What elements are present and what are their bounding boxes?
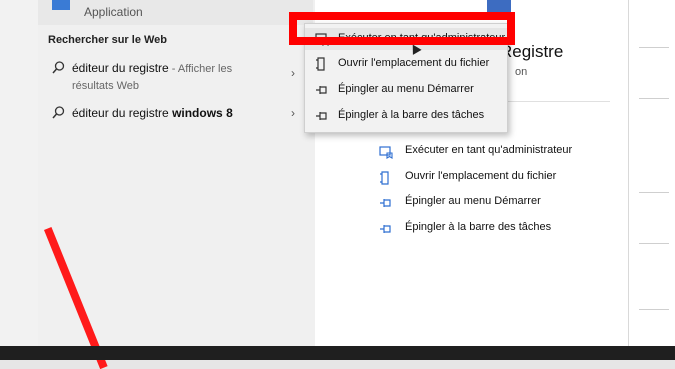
action-open-file-location-label: Ouvrir l'emplacement du fichier: [405, 170, 557, 182]
context-item-pin-start[interactable]: Épingler au menu Démarrer: [305, 79, 507, 101]
detail-title: Registre: [500, 42, 564, 61]
desktop-background: [0, 0, 38, 360]
context-item-open-file-location-label: Ouvrir l'emplacement du fichier: [338, 57, 490, 69]
search-icon: [52, 106, 65, 119]
pin-icon: [316, 86, 327, 94]
search-icon: [52, 61, 65, 74]
web-section-title: Rechercher sur le Web: [48, 34, 168, 46]
top-result-app[interactable]: Application: [38, 0, 313, 25]
file-location-icon: [380, 171, 389, 185]
chevron-right-icon[interactable]: ›: [291, 66, 295, 80]
detail-subtitle: on: [515, 66, 528, 78]
taskbar: [0, 346, 675, 360]
top-result-subtitle: Application: [84, 5, 143, 19]
web-result-2[interactable]: éditeur du registre windows 8 ›: [38, 104, 313, 124]
web-result-1[interactable]: éditeur du registre - Afficher les résul…: [38, 58, 313, 98]
action-pin-taskbar-label: Épingler à la barre des tâches: [405, 221, 552, 233]
web-result-2-text: éditeur du registre windows 8: [72, 105, 282, 121]
file-location-icon: [316, 57, 325, 71]
web-result-1-suffix: - Afficher les: [168, 63, 233, 75]
registry-editor-icon: [52, 0, 70, 10]
context-item-pin-taskbar[interactable]: Épingler à la barre des tâches: [305, 105, 507, 127]
background-line: [639, 309, 669, 310]
web-result-1-text: éditeur du registre - Afficher les résul…: [72, 60, 282, 94]
action-pin-start-label: Épingler au menu Démarrer: [405, 195, 541, 207]
web-result-2-bold: windows 8: [172, 106, 233, 120]
context-item-pin-taskbar-label: Épingler à la barre des tâches: [338, 109, 485, 121]
pin-icon: [380, 225, 391, 233]
background-line: [639, 192, 669, 193]
background-window: [628, 0, 675, 346]
run-as-admin-icon: [379, 146, 393, 159]
web-result-2-main: éditeur du registre: [72, 106, 173, 120]
background-line: [639, 47, 669, 48]
chevron-right-icon[interactable]: ›: [291, 106, 295, 120]
background-line: [639, 243, 669, 244]
pin-icon: [380, 199, 391, 207]
pin-icon: [316, 112, 327, 120]
context-item-open-file-location[interactable]: Ouvrir l'emplacement du fichier: [305, 53, 507, 75]
highlight-annotation-box: [289, 12, 515, 45]
context-item-pin-start-label: Épingler au menu Démarrer: [338, 83, 474, 95]
web-result-1-main: éditeur du registre: [72, 61, 169, 75]
web-result-1-line2: résultats Web: [72, 80, 140, 92]
action-run-as-admin-label: Exécuter en tant qu'administrateur: [405, 144, 573, 156]
background-line: [639, 98, 669, 99]
